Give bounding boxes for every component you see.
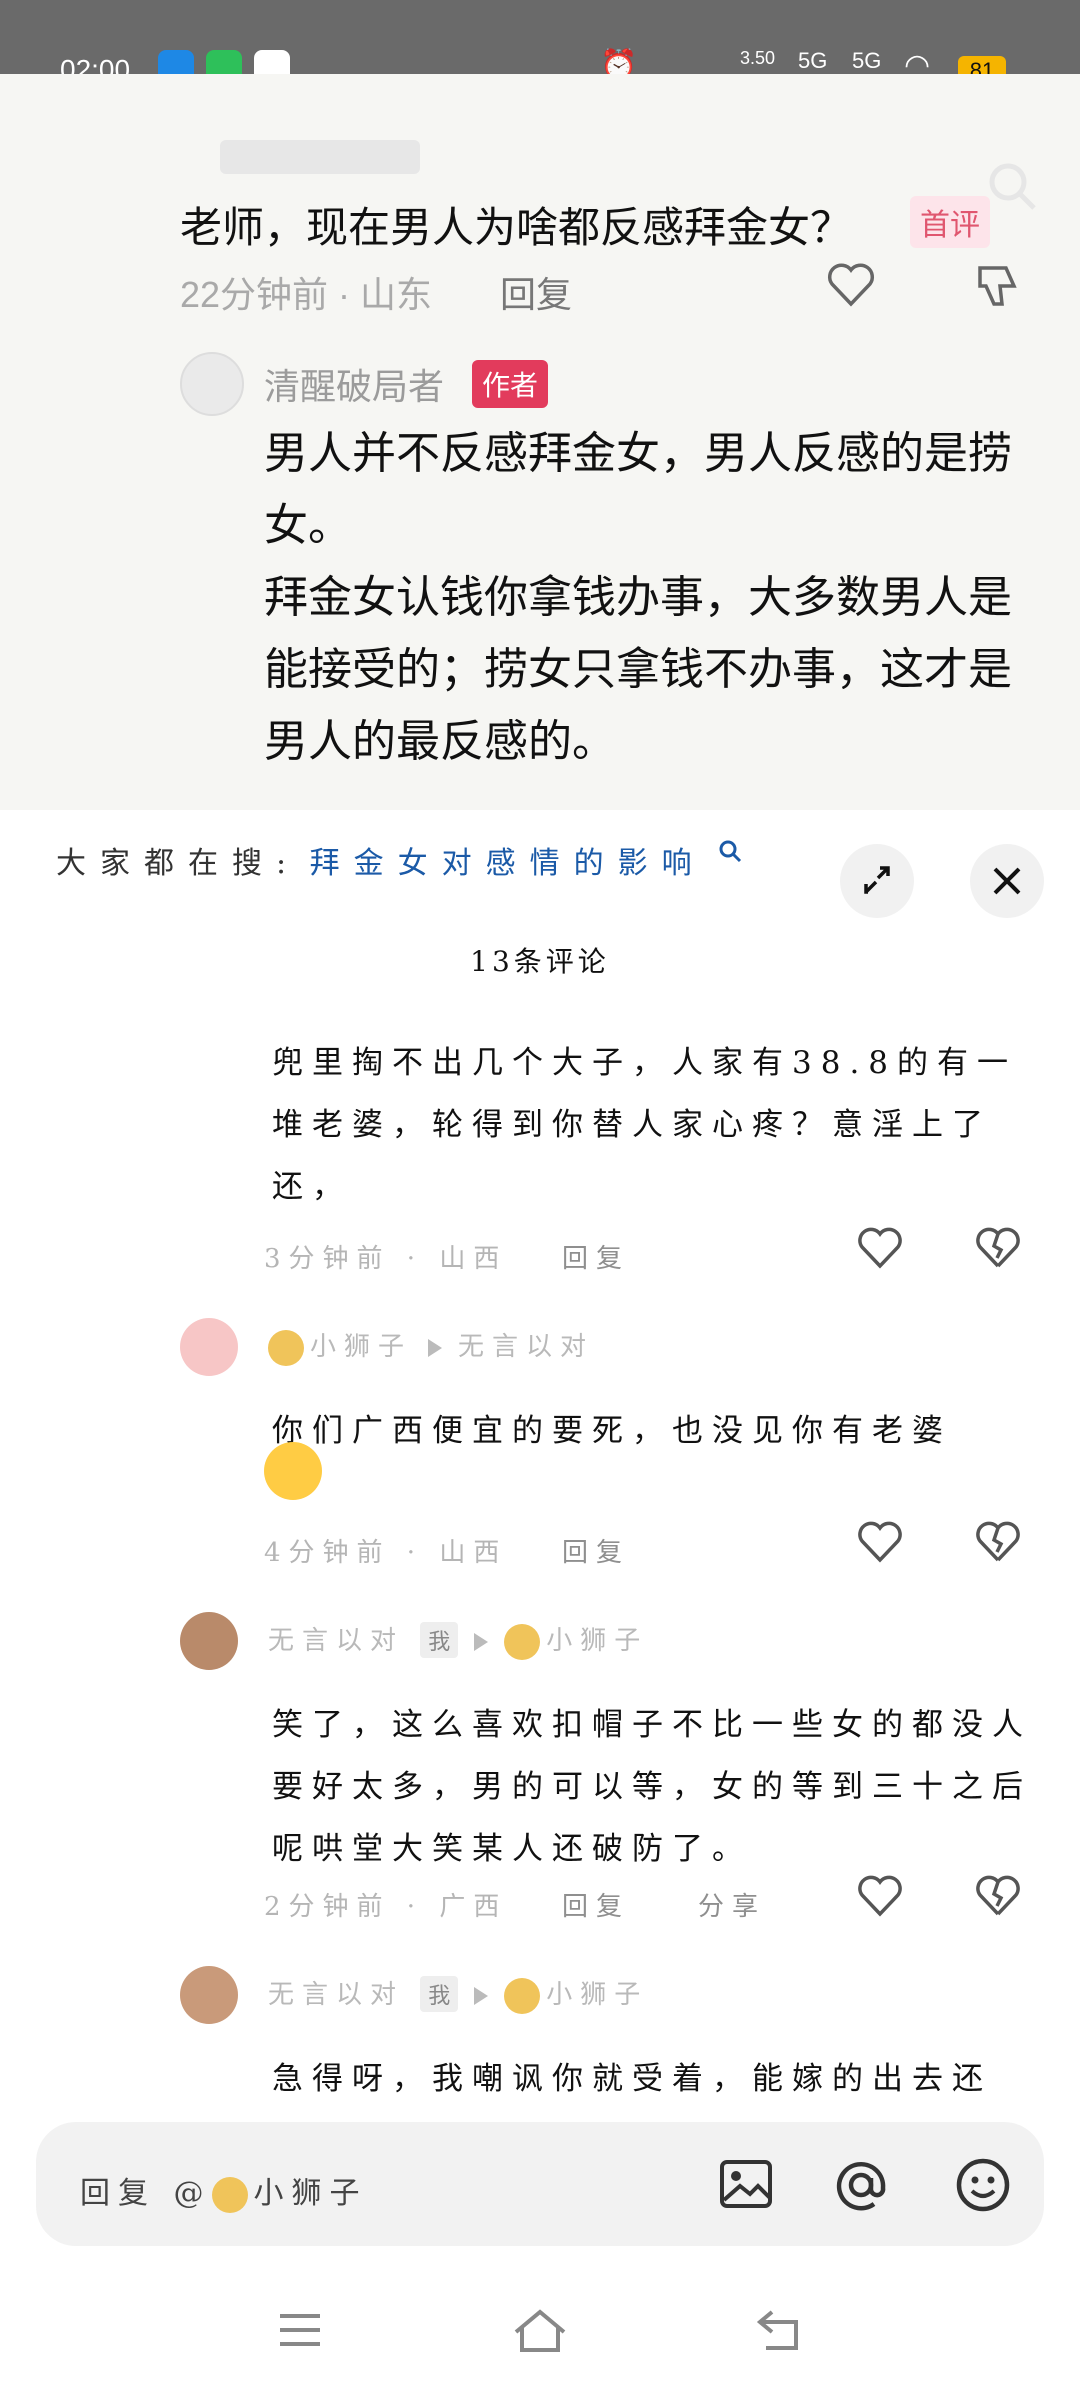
like-heart-icon[interactable] bbox=[856, 1874, 904, 1918]
avatar[interactable] bbox=[180, 1612, 238, 1670]
author-avatar[interactable] bbox=[180, 352, 244, 416]
like-heart-icon[interactable] bbox=[826, 262, 876, 308]
lion-avatar-icon bbox=[504, 1978, 541, 2014]
comment-meta: 3分钟前 · 山西 bbox=[264, 1244, 508, 1274]
suggestion-link[interactable]: 拜金女对感情的影响 bbox=[310, 846, 706, 881]
lion-avatar-icon bbox=[504, 1624, 541, 1660]
avatar[interactable] bbox=[180, 1318, 238, 1376]
reply-arrow-icon bbox=[474, 1633, 489, 1651]
comment-text: 你们广西便宜的要死，也没见你有老婆 bbox=[272, 1413, 952, 1449]
question-meta: 22分钟前 · 山东 bbox=[180, 274, 433, 315]
reply-input[interactable]: 回复 @ 小狮子 bbox=[36, 2122, 1044, 2246]
comment-user-line: 无言以对 我 小狮子 bbox=[268, 1974, 648, 2014]
broken-heart-icon[interactable] bbox=[974, 1874, 1022, 1918]
broken-heart-icon[interactable] bbox=[974, 1226, 1022, 1270]
comment-target-user[interactable]: 小狮子 bbox=[546, 1980, 648, 2010]
question-text: 老师，现在男人为啥都反感拜金女？ bbox=[180, 204, 853, 251]
author-badge: 作者 bbox=[472, 360, 549, 408]
search-icon[interactable] bbox=[986, 160, 1038, 212]
emoji-icon[interactable] bbox=[952, 2154, 1014, 2216]
question-reply-button[interactable]: 回复 bbox=[500, 266, 572, 318]
reply-arrow-icon bbox=[428, 1339, 443, 1357]
me-badge: 我 bbox=[420, 1622, 459, 1658]
expand-button[interactable] bbox=[840, 844, 914, 918]
comment-username[interactable]: 无言以对 bbox=[268, 1980, 404, 2010]
like-heart-icon[interactable] bbox=[856, 1520, 904, 1564]
comment-text: 兜里掏不出几个大子，人家有38.8的有一堆老婆，轮得到你替人家心疼？意淫上了还， bbox=[272, 1045, 1018, 1205]
reply-target-user: 小狮子 bbox=[253, 2176, 368, 2211]
back-icon[interactable] bbox=[752, 2304, 808, 2356]
comment-text: 笑了，这么喜欢扣帽子不比一些女的都没人要好太多，男的可以等，女的等到三十之后呢哄… bbox=[272, 1707, 1032, 1867]
suggestion-label: 大家都在搜: bbox=[56, 846, 301, 881]
comment-text: 急得呀，我嘲讽你就受着，能嫁的出去还 bbox=[272, 2061, 992, 2097]
system-nav-bar bbox=[0, 2270, 1080, 2392]
close-button[interactable] bbox=[970, 844, 1044, 918]
lion-avatar-icon bbox=[211, 2177, 248, 2213]
comment-target-user[interactable]: 无言以对 bbox=[458, 1332, 594, 1362]
comment-share-button[interactable]: 分享 bbox=[698, 1886, 766, 1923]
close-icon bbox=[993, 867, 1021, 895]
expand-icon bbox=[864, 866, 890, 894]
image-picker-icon[interactable] bbox=[716, 2154, 776, 2214]
sleepy-face-emoji bbox=[264, 1442, 322, 1500]
comment-user-line: 小狮子 无言以对 bbox=[268, 1326, 594, 1366]
blurred-username bbox=[220, 140, 420, 174]
comment-reply-button[interactable]: 回复 bbox=[562, 1532, 630, 1569]
comment-meta: 4分钟前 · 山西 bbox=[264, 1538, 508, 1568]
reply-placeholder-text: 回复 @ bbox=[80, 2176, 212, 2211]
comment-user-line: 无言以对 我 小狮子 bbox=[268, 1620, 648, 1660]
suggestion-search-icon[interactable] bbox=[717, 838, 743, 864]
reply-arrow-icon bbox=[474, 1987, 489, 2005]
comment-username[interactable]: 无言以对 bbox=[268, 1626, 404, 1656]
lion-avatar-icon bbox=[268, 1330, 304, 1366]
comment-target-user[interactable]: 小狮子 bbox=[546, 1626, 648, 1656]
me-badge: 我 bbox=[420, 1976, 459, 2012]
background-thread: 老师，现在男人为啥都反感拜金女？ 首评 22分钟前 · 山东 回复 清醒破局者 … bbox=[0, 74, 1080, 810]
broken-heart-icon[interactable] bbox=[974, 1520, 1022, 1564]
author-reply-text: 男人并不反感拜金女，男人反感的是捞女。 拜金女认钱你拿钱办事，大多数男人是能接受… bbox=[264, 418, 1044, 778]
status-bar: 02:00 ⏰ 3.50 5G 5G ◠ 81 bbox=[0, 0, 1080, 86]
signal-5g-2: 5G bbox=[852, 48, 882, 73]
comment-username[interactable]: 小狮子 bbox=[310, 1332, 412, 1362]
comment-meta: 2分钟前 · 广西 bbox=[264, 1892, 508, 1922]
first-comment-badge: 首评 bbox=[910, 196, 990, 248]
author-reply-content: 男人并不反感拜金女，男人反感的是捞女。 拜金女认钱你拿钱办事，大多数男人是能接受… bbox=[264, 429, 1012, 766]
network-speed: 3.50 bbox=[740, 48, 776, 68]
mention-icon[interactable] bbox=[830, 2154, 892, 2216]
comment-reply-button[interactable]: 回复 bbox=[562, 1238, 630, 1275]
comment-sheet: 大家都在搜: 拜金女对感情的影响 13条评论 兜里掏不出几个大子，人家有38.8… bbox=[0, 810, 1080, 2392]
author-name[interactable]: 清醒破局者 bbox=[264, 358, 444, 410]
comment-count: 13条评论 bbox=[470, 945, 610, 978]
like-heart-icon[interactable] bbox=[856, 1226, 904, 1270]
comment-reply-button[interactable]: 回复 bbox=[562, 1886, 630, 1923]
reply-input-placeholder: 回复 @ 小狮子 bbox=[80, 2168, 368, 2213]
home-icon[interactable] bbox=[510, 2304, 570, 2356]
dislike-icon[interactable] bbox=[972, 260, 1022, 310]
search-suggestion: 大家都在搜: 拜金女对感情的影响 bbox=[56, 838, 743, 882]
menu-icon[interactable] bbox=[274, 2304, 326, 2356]
avatar[interactable] bbox=[180, 1966, 238, 2024]
signal-5g-1: 5G bbox=[798, 48, 828, 73]
